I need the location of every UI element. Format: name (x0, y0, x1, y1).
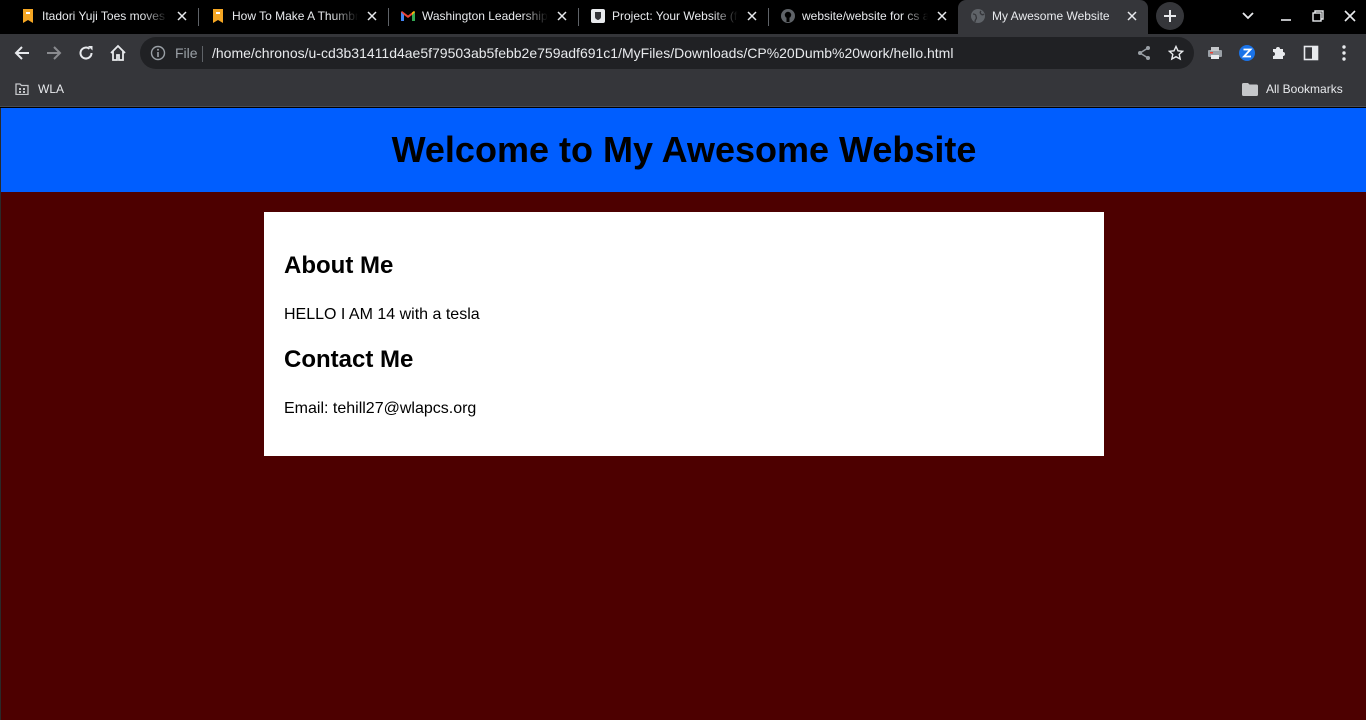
content-card: About Me HELLO I AM 14 with a tesla Cont… (264, 212, 1104, 456)
restore-button[interactable] (1310, 8, 1326, 24)
minimize-icon (1281, 19, 1291, 21)
arrow-right-icon (47, 46, 62, 60)
folder-icon (1242, 81, 1258, 97)
back-button[interactable] (10, 41, 34, 65)
tab-title: My Awesome Website (992, 9, 1110, 23)
share-icon[interactable] (1136, 45, 1152, 61)
tab-title: Project: Your Website (f (612, 9, 738, 23)
tab-github-website[interactable]: website/website for cs a (768, 0, 958, 32)
z-extension-icon (1239, 45, 1255, 61)
bookmark-label: All Bookmarks (1266, 82, 1343, 96)
classroom-shield-icon (590, 8, 606, 24)
address-bar[interactable]: File /home/chronos/u-cd3b31411d4ae5f7950… (140, 37, 1194, 69)
extensions-button[interactable] (1267, 41, 1291, 65)
site-header: Welcome to My Awesome Website (1, 108, 1366, 192)
bookmarks-bar: WLA All Bookmarks (0, 72, 1366, 107)
tab-search-button[interactable] (1240, 8, 1256, 24)
new-tab-button[interactable] (1156, 2, 1184, 30)
close-window-button[interactable] (1342, 8, 1358, 24)
close-icon[interactable] (364, 8, 380, 24)
github-icon (780, 8, 796, 24)
close-icon[interactable] (934, 8, 950, 24)
bookmark-label: WLA (38, 82, 65, 96)
contact-heading: Contact Me (284, 346, 414, 373)
extension-z-button[interactable] (1235, 41, 1259, 65)
toolbar: File /home/chronos/u-cd3b31411d4ae5f7950… (0, 34, 1366, 72)
page-viewport: Welcome to My Awesome Website About Me H… (0, 108, 1366, 720)
close-icon[interactable] (1124, 8, 1140, 24)
puzzle-icon (1273, 47, 1285, 59)
close-icon[interactable] (554, 8, 570, 24)
close-icon (1344, 10, 1356, 22)
tab-title: Itadori Yuji Toes moves (42, 9, 165, 23)
contact-email: Email: tehill27@wlapcs.org (284, 400, 477, 417)
tab-washington-leadership[interactable]: Washington Leadership (388, 0, 579, 32)
plus-icon (1164, 10, 1176, 22)
home-icon (110, 44, 126, 61)
menu-button[interactable] (1332, 41, 1356, 65)
side-panel-icon (1303, 45, 1319, 61)
about-text: HELLO I AM 14 with a tesla (284, 306, 480, 323)
tab-project-website[interactable]: Project: Your Website (f (578, 0, 769, 32)
chevron-down-icon (1242, 12, 1254, 20)
tab-title: How To Make A Thumbnail (232, 9, 358, 23)
globe-icon (970, 8, 986, 24)
close-icon[interactable] (174, 8, 190, 24)
bookmark-orange-icon (20, 8, 36, 24)
star-icon[interactable] (1167, 44, 1185, 61)
folder-apps-icon (14, 81, 30, 97)
arrow-left-icon (14, 46, 29, 60)
tab-itadori[interactable]: Itadori Yuji Toes moves (8, 0, 199, 32)
reload-icon (79, 46, 93, 60)
bookmark-wla[interactable]: WLA (14, 81, 64, 97)
close-icon[interactable] (744, 8, 760, 24)
tab-my-awesome-website[interactable]: My Awesome Website (958, 0, 1148, 34)
minimize-button[interactable] (1278, 8, 1294, 24)
tab-title: website/website for cs a (802, 9, 928, 23)
all-bookmarks-button[interactable]: All Bookmarks (1242, 81, 1343, 97)
home-button[interactable] (106, 41, 130, 65)
about-heading: About Me (284, 252, 394, 279)
extension-printer-button[interactable] (1203, 41, 1227, 65)
forward-button[interactable] (42, 41, 66, 65)
url-text[interactable]: /home/chronos/u-cd3b31411d4ae5f79503ab5f… (212, 46, 953, 60)
restore-icon (1312, 10, 1324, 22)
page-title: Welcome to My Awesome Website (391, 129, 977, 170)
omnibox-divider (202, 46, 203, 62)
kebab-menu-icon (1342, 45, 1346, 61)
tab-title: Washington Leadership (422, 9, 548, 23)
gmail-icon (400, 8, 416, 24)
bookmark-orange-icon (210, 8, 226, 24)
info-icon[interactable] (150, 45, 166, 61)
scheme-label: File (175, 45, 198, 61)
tab-thumbnail[interactable]: How To Make A Thumbnail (198, 0, 389, 32)
reload-button[interactable] (74, 41, 98, 65)
printer-extension-icon (1208, 47, 1222, 59)
tab-strip: Itadori Yuji Toes moves How To Make A Th… (0, 0, 1366, 34)
side-panel-button[interactable] (1299, 41, 1323, 65)
